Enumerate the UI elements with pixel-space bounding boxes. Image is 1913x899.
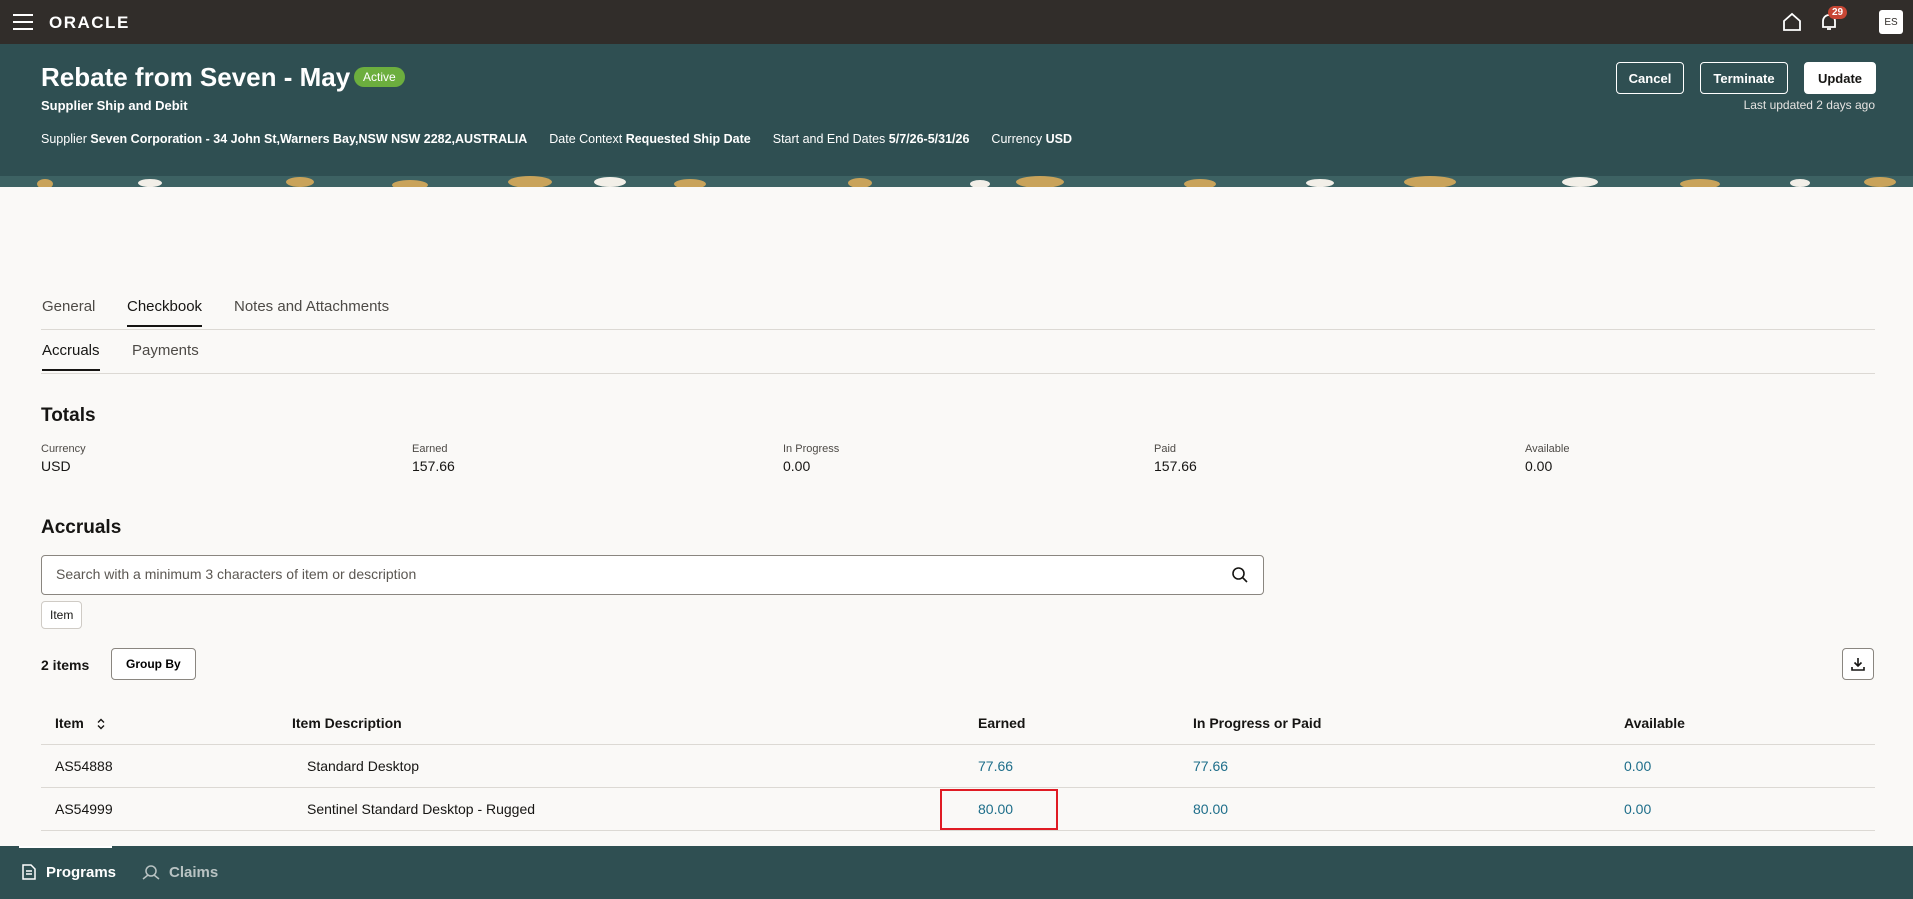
accruals-title: Accruals [41,517,122,538]
cell-in-progress-or-paid: 77.66 [1193,744,1624,788]
total-in-progress: In Progress 0.00 [783,443,840,474]
col-item[interactable]: Item [41,702,292,745]
oracle-logo[interactable]: ORACLE [49,13,130,33]
col-earned: Earned [978,702,1193,745]
avatar[interactable]: ES [1879,10,1903,34]
cancel-button[interactable]: Cancel [1616,62,1684,94]
search-input[interactable] [56,556,1206,592]
home-icon[interactable] [1781,11,1803,33]
accruals-table: Item Item Description Earned In Progress… [41,702,1875,831]
total-earned: Earned 157.66 [412,443,455,474]
table-row: AS54888 Standard Desktop 77.66 77.66 0.0… [41,744,1875,788]
claims-icon [142,865,160,880]
nav-claims[interactable]: Claims [141,863,218,881]
search-icon[interactable] [1231,566,1249,584]
active-indicator [19,846,112,848]
download-icon [1851,658,1865,671]
meta-date-context: Date Context Requested Ship Date [549,132,751,146]
sort-icon[interactable] [96,718,106,730]
table-header-row: Item Item Description Earned In Progress… [41,702,1875,745]
status-badge: Active [354,67,405,87]
last-updated: Last updated 2 days ago [1743,98,1875,112]
available-link[interactable]: 0.00 [1624,758,1651,774]
meta-dates: Start and End Dates 5/7/26-5/31/26 [772,132,970,146]
cell-description: Standard Desktop [292,744,978,788]
in-progress-or-paid-link[interactable]: 77.66 [1193,758,1228,774]
menu-icon[interactable] [13,14,33,30]
col-in-progress-or-paid: In Progress or Paid [1193,702,1624,745]
total-available: Available 0.00 [1525,443,1570,474]
meta-supplier: Supplier Seven Corporation - 34 John St,… [41,132,528,146]
bottom-nav: Programs Claims [0,846,1913,899]
tab-checkbook[interactable]: Checkbook [127,298,203,327]
meta-currency: Currency USD [991,132,1073,146]
page-header: Rebate from Seven - May Active Supplier … [0,44,1913,187]
sub-tabs: Accruals Payments [41,334,1875,374]
top-bar: ORACLE 29 ES [0,0,1913,44]
cell-description: Sentinel Standard Desktop - Rugged [292,787,978,831]
filter-chip-item[interactable]: Item [41,601,83,629]
earned-link[interactable]: 77.66 [978,758,1013,774]
update-button[interactable]: Update [1804,62,1876,94]
download-button[interactable] [1842,648,1874,680]
cell-item: AS54888 [41,744,292,788]
highlight-box [940,788,1058,830]
main-tabs: General Checkbook Notes and Attachments [41,290,1875,330]
total-paid: Paid 157.66 [1154,443,1197,474]
total-currency: Currency USD [41,443,86,474]
terminate-button[interactable]: Terminate [1700,62,1788,94]
cell-earned: 77.66 [978,744,1193,788]
available-link[interactable]: 0.00 [1624,801,1651,817]
notification-badge: 29 [1828,6,1848,19]
cell-in-progress-or-paid: 80.00 [1193,787,1624,831]
nav-programs[interactable]: Programs [20,863,116,881]
cell-earned: 80.00 [940,787,1193,831]
cell-available: 0.00 [1624,787,1875,831]
subtab-payments[interactable]: Payments [132,342,199,369]
group-by-button[interactable]: Group By [111,648,196,680]
col-available: Available [1624,702,1875,745]
page-subtitle: Supplier Ship and Debit [41,98,188,113]
tab-general[interactable]: General [42,298,95,325]
page-title: Rebate from Seven - May [41,62,351,92]
subtab-accruals[interactable]: Accruals [42,342,100,371]
in-progress-or-paid-link[interactable]: 80.00 [1193,801,1228,817]
cell-item: AS54999 [41,787,292,831]
tab-notes-and-attachments[interactable]: Notes and Attachments [234,298,389,325]
header-meta: Supplier Seven Corporation - 34 John St,… [41,132,1094,146]
items-count: 2 items [41,657,90,673]
totals-title: Totals [41,405,96,426]
col-item-description: Item Description [292,702,978,745]
document-icon [22,864,36,880]
table-row: AS54999 Sentinel Standard Desktop - Rugg… [41,787,1875,831]
decorative-banner [0,176,1913,187]
accruals-search [41,555,1264,595]
cell-available: 0.00 [1624,744,1875,788]
